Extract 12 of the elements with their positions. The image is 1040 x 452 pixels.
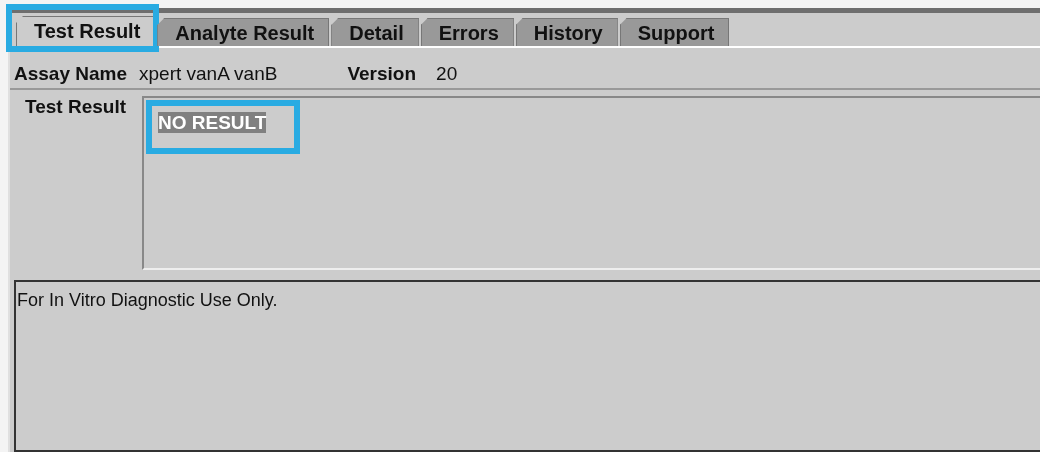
assay-name-value: xpert vanA vanB: [139, 63, 278, 85]
tab[interactable]: Analyte Result: [157, 18, 330, 46]
tab[interactable]: Support: [619, 18, 730, 46]
tab[interactable]: Errors: [420, 18, 514, 46]
version-value: 20: [436, 63, 458, 85]
tab[interactable]: Detail: [331, 18, 419, 46]
tab[interactable]: Test Result: [16, 16, 156, 46]
assay-name-label: Assay Name: [14, 63, 128, 85]
tab[interactable]: History: [515, 18, 618, 46]
version-label: Version: [347, 63, 417, 85]
notice-text: For In Vitro Diagnostic Use Only.: [14, 280, 1040, 452]
test-result-label: Test Result: [25, 96, 126, 119]
